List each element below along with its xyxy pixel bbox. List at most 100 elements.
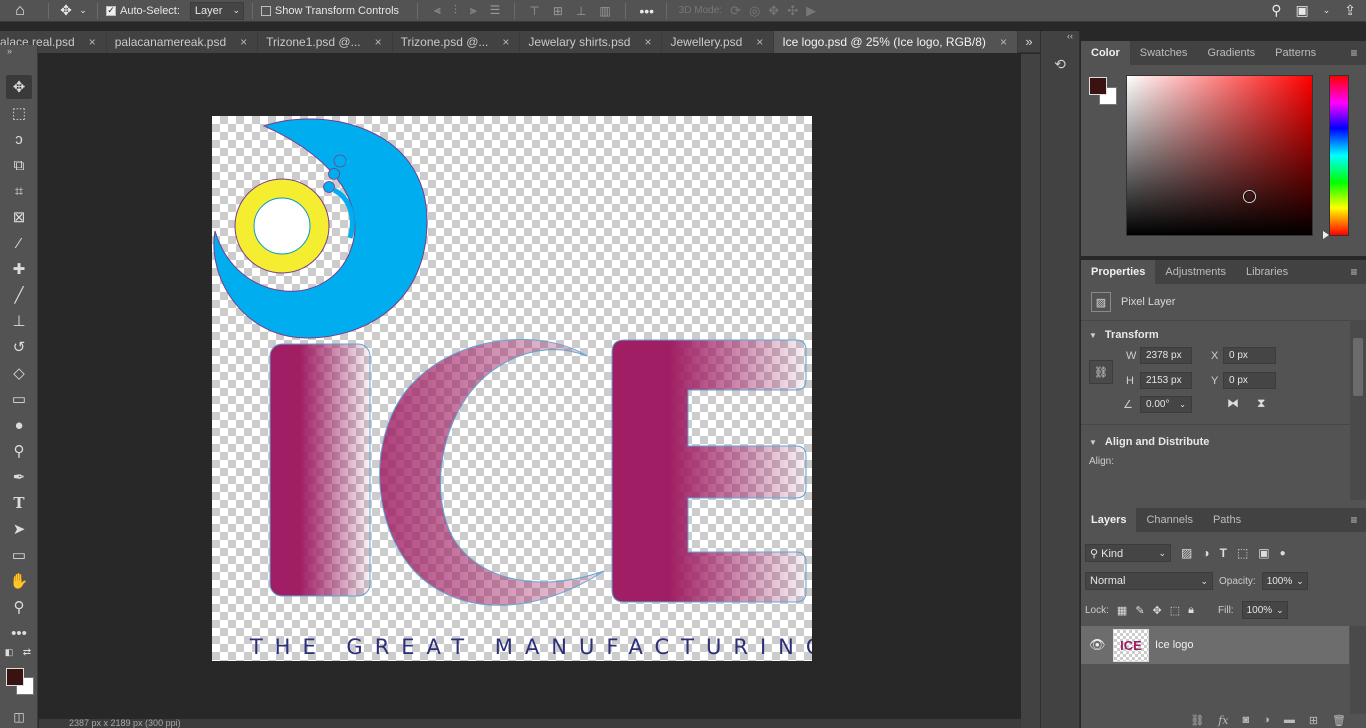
distribute-icon[interactable]: ☰ (490, 3, 501, 18)
fill-input[interactable]: 100% ⌄ (1241, 601, 1288, 619)
panel-menu-icon[interactable]: ≡ (1342, 41, 1366, 65)
tab-paths[interactable]: Paths (1203, 508, 1251, 532)
close-icon[interactable]: × (89, 35, 96, 49)
filter-pixel-icon[interactable]: ▨ (1181, 546, 1192, 560)
add-mask-icon[interactable]: ◙ (1243, 714, 1250, 728)
new-group-icon[interactable]: ▬ (1284, 714, 1295, 728)
filter-adjustment-icon[interactable]: ◑ (1202, 546, 1209, 560)
close-icon[interactable]: × (375, 35, 382, 49)
blend-mode-dropdown[interactable]: Normal ⌄ (1085, 572, 1213, 590)
distribute-vertical-icon[interactable]: ▥ (599, 4, 610, 18)
lock-position-icon[interactable]: ✥ (1153, 604, 1162, 617)
filter-kind-dropdown[interactable]: ⚲ Kind ⌄ (1085, 544, 1171, 562)
align-section-header[interactable]: ▼ Align and Distribute (1081, 431, 1366, 453)
visibility-eye-icon[interactable]: 👁︎ (1089, 637, 1106, 653)
pen-tool-icon[interactable]: ✒ (6, 465, 32, 489)
rectangle-tool-icon[interactable]: ▭ (6, 543, 32, 567)
link-dimensions-icon[interactable]: ⛓ (1089, 360, 1113, 384)
panel-menu-icon[interactable]: ≡ (1342, 260, 1366, 284)
marquee-tool-icon[interactable]: ⬚ (6, 101, 32, 125)
height-input[interactable]: 2153 px (1140, 372, 1192, 389)
hue-slider-handle[interactable] (1323, 231, 1329, 239)
canvas-area[interactable]: THE GREAT MANUFACTURING (39, 54, 1021, 719)
lock-all-icon[interactable]: 🔒︎ (1188, 604, 1194, 617)
type-tool-icon[interactable]: T (6, 491, 32, 515)
new-layer-icon[interactable]: ⊞ (1309, 714, 1318, 728)
more-tabs-icon[interactable]: » (1018, 31, 1040, 52)
history-panel-icon[interactable]: ⟲ (1044, 49, 1076, 79)
home-icon[interactable]: ⌂ (0, 0, 40, 22)
slide-3d-icon[interactable]: ✣ (787, 3, 798, 19)
default-colors-icon[interactable]: ◧ (2, 645, 16, 659)
document-tab[interactable]: Jewelary shirts.psd × (520, 31, 663, 53)
workspace-icon[interactable]: ▣ (1295, 2, 1308, 19)
swap-colors-icon[interactable]: ⇄ (20, 645, 34, 659)
gradient-tool-icon[interactable]: ▭ (6, 387, 32, 411)
align-top-icon[interactable]: ⊤ (529, 4, 539, 18)
flip-vertical-icon[interactable]: ⧗ (1257, 396, 1265, 411)
color-saturation-picker[interactable] (1126, 75, 1313, 236)
quick-mask-icon[interactable]: ◫ (6, 705, 32, 728)
align-bottom-icon[interactable]: ⊥ (576, 4, 586, 18)
layers-scrollbar[interactable] (1350, 626, 1366, 714)
collapse-dock-icon[interactable]: ‹‹ (1041, 31, 1079, 41)
healing-brush-tool-icon[interactable]: ✚ (6, 257, 32, 281)
chevron-down-icon[interactable]: ⌄ (1323, 5, 1331, 16)
move-tool-preset-icon[interactable]: ✥ (55, 2, 77, 19)
filter-toggle-icon[interactable]: ● (1280, 548, 1286, 559)
layer-thumbnail[interactable]: ICE (1113, 628, 1149, 662)
clone-stamp-tool-icon[interactable]: ⊥ (6, 309, 32, 333)
tab-color[interactable]: Color (1081, 41, 1130, 65)
transform-section-header[interactable]: ▼ Transform (1081, 324, 1366, 346)
align-right-icon[interactable]: ⫸ (470, 3, 477, 18)
collapse-toolbar-icon[interactable]: » (0, 45, 37, 57)
scale-3d-icon[interactable]: ▶ (806, 3, 816, 19)
show-transform-checkbox[interactable] (260, 5, 271, 16)
lock-image-icon[interactable]: ✎ (1135, 604, 1144, 617)
tab-swatches[interactable]: Swatches (1130, 41, 1198, 65)
auto-select-target-dropdown[interactable]: Layer ⌄ (189, 1, 244, 20)
foreground-color-swatch[interactable] (1089, 77, 1107, 95)
close-icon[interactable]: × (240, 35, 247, 49)
close-icon[interactable]: × (1000, 35, 1007, 49)
delete-layer-icon[interactable]: 🗑︎ (1332, 714, 1346, 728)
move-tool-icon[interactable]: ✥ (6, 75, 32, 99)
tab-channels[interactable]: Channels (1136, 508, 1202, 532)
document-tab-active[interactable]: Ice logo.psd @ 25% (Ice logo, RGB/8) × (774, 31, 1018, 53)
close-icon[interactable]: × (644, 35, 651, 49)
zoom-tool-icon[interactable]: ⚲ (6, 595, 32, 619)
angle-input[interactable]: 0.00° ⌄ (1140, 396, 1192, 413)
align-vertical-center-icon[interactable]: ⊞ (553, 4, 563, 18)
tab-gradients[interactable]: Gradients (1197, 41, 1265, 65)
close-icon[interactable]: × (756, 35, 763, 49)
align-horizontal-center-icon[interactable]: ⫶ (454, 3, 457, 18)
adjustment-layer-icon[interactable]: ◑ (1263, 714, 1270, 728)
layer-name[interactable]: Ice logo (1155, 639, 1194, 651)
tab-libraries[interactable]: Libraries (1236, 260, 1298, 284)
auto-select-checkbox[interactable]: ✓ (106, 5, 116, 16)
tab-layers[interactable]: Layers (1081, 508, 1137, 532)
roll-3d-icon[interactable]: ◎ (749, 3, 760, 19)
document-tab[interactable]: Trizone.psd @... × (392, 31, 521, 53)
history-brush-tool-icon[interactable]: ↺ (6, 335, 32, 359)
x-input[interactable]: 0 px (1223, 347, 1276, 364)
hue-slider[interactable] (1329, 75, 1349, 236)
filter-type-icon[interactable]: T (1220, 546, 1227, 560)
scrollbar-thumb[interactable] (1353, 338, 1363, 396)
blur-tool-icon[interactable]: ● (6, 413, 32, 437)
tab-adjustments[interactable]: Adjustments (1155, 260, 1236, 284)
path-selection-tool-icon[interactable]: ➤ (6, 517, 32, 541)
link-layers-icon[interactable]: ⛓ (1190, 714, 1204, 728)
flip-horizontal-icon[interactable]: ⧓ (1227, 396, 1239, 410)
layer-style-icon[interactable]: fx (1218, 714, 1228, 728)
eraser-tool-icon[interactable]: ◇ (6, 361, 32, 385)
properties-scrollbar[interactable] (1350, 320, 1366, 500)
eyedropper-tool-icon[interactable]: ⁄ (6, 231, 32, 255)
orbit-3d-icon[interactable]: ⟳ (730, 3, 741, 19)
foreground-color-swatch[interactable] (6, 668, 24, 686)
pan-3d-icon[interactable]: ✥ (768, 3, 779, 19)
tab-properties[interactable]: Properties (1081, 260, 1156, 284)
document-tab[interactable]: palacanamereak.psd × (106, 31, 259, 53)
width-input[interactable]: 2378 px (1140, 347, 1192, 364)
layer-row[interactable]: 👁︎ ICE Ice logo (1081, 626, 1349, 664)
